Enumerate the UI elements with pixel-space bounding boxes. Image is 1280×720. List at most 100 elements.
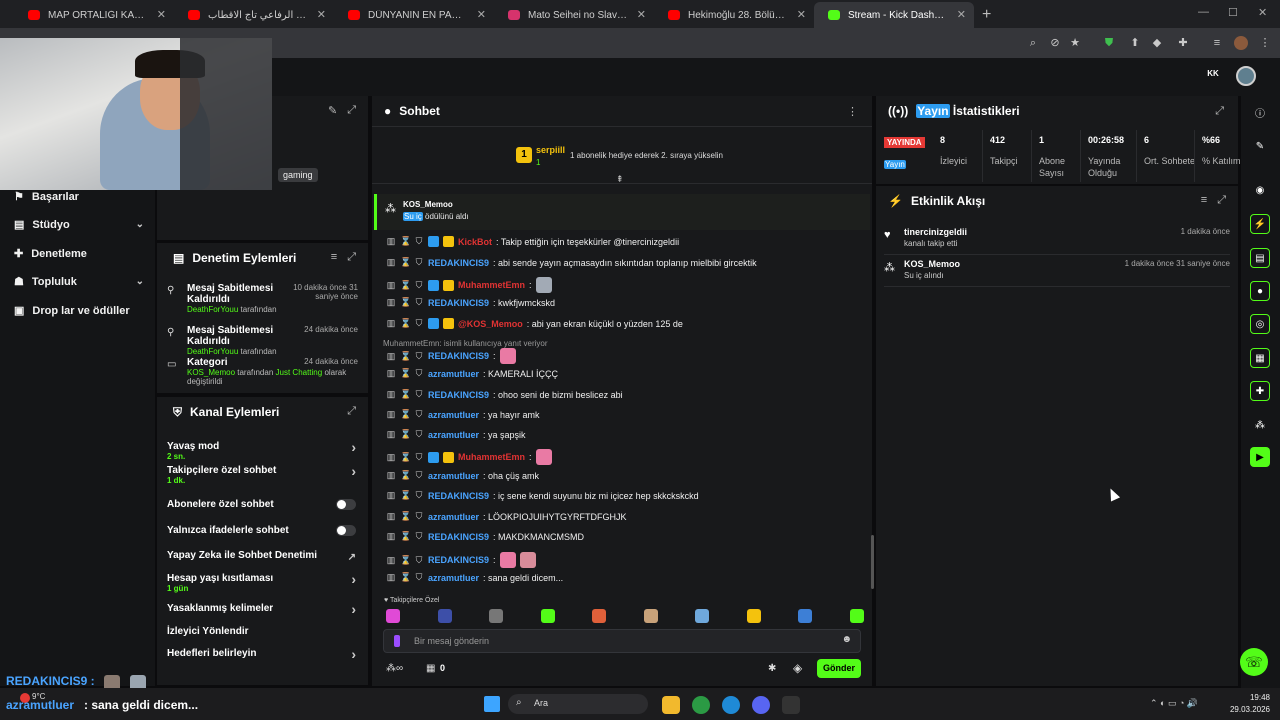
channel-action-5[interactable]: Hesap yaşı kısıtlaması 1 gün ›	[167, 571, 356, 593]
redeem-user[interactable]: KOS_Memoo	[403, 200, 453, 209]
browser-tab[interactable]: DÜNYANIN EN PARANORMAL ✕	[334, 2, 494, 28]
timeout-icon[interactable]: ⌛	[400, 490, 411, 501]
chat-username[interactable]: REDAKINCIS9	[428, 298, 489, 308]
timeout-icon[interactable]: ⌛	[400, 555, 411, 566]
tab-close-icon[interactable]: ✕	[477, 8, 486, 21]
toggle-switch[interactable]	[336, 499, 356, 510]
stream-tag[interactable]: gaming	[278, 168, 318, 182]
windows-start-icon[interactable]	[484, 696, 500, 712]
chat-username[interactable]: azramutluer	[428, 369, 479, 379]
pencil-icon[interactable]: ✎	[1250, 136, 1270, 156]
info-icon[interactable]: ⓘ	[1250, 102, 1270, 122]
channel-action-6[interactable]: Yasaklanmış kelimeler ›	[167, 601, 356, 617]
chat-username[interactable]: REDAKINCIS9	[428, 532, 489, 542]
chat-username[interactable]: @KOS_Memoo	[458, 319, 523, 329]
send-button[interactable]: Gönder	[817, 659, 861, 678]
kick-logo-icon[interactable]: KK	[1204, 69, 1222, 83]
mod-action-user[interactable]: DeathForYouu	[187, 305, 238, 314]
filter-icon[interactable]: ≡	[1201, 194, 1207, 207]
emote-bar-item[interactable]	[798, 609, 812, 623]
timeout-icon[interactable]: ⌛	[400, 470, 411, 481]
browser-tab[interactable]: سيد احمد الرفاعي تاج الاقطاب (e ✕	[174, 2, 334, 28]
timeout-icon[interactable]: ⌛	[400, 297, 411, 308]
lightning-rail-icon[interactable]: ⚡	[1250, 214, 1270, 234]
chevron-right-icon[interactable]: ›	[351, 601, 356, 617]
chat-scrollbar[interactable]	[871, 535, 874, 589]
delete-icon[interactable]: ▥	[386, 452, 396, 463]
emoji-icon[interactable]: ☻	[841, 634, 852, 645]
wrench-rail-icon[interactable]: ✚	[1250, 381, 1270, 401]
eye-off-icon[interactable]: ⊘	[1048, 36, 1062, 50]
ban-icon[interactable]: ⛉	[414, 351, 424, 362]
chevron-right-icon[interactable]: ›	[351, 646, 356, 662]
delete-icon[interactable]: ▥	[386, 280, 396, 291]
popout-icon[interactable]: ⤢	[347, 405, 356, 418]
delete-icon[interactable]: ▥	[386, 351, 396, 362]
filter-icon[interactable]: ≡	[331, 251, 337, 264]
media-rail-icon[interactable]: ▶	[1250, 447, 1270, 467]
chat-menu-icon[interactable]: ⋮	[847, 105, 858, 118]
delete-icon[interactable]: ▥	[386, 555, 396, 566]
activity-user[interactable]: tinercinizgeldii	[904, 227, 967, 237]
discord-icon[interactable]	[752, 696, 770, 714]
browser-tab[interactable]: Stream - Kick Dashboard ✕	[814, 2, 974, 28]
minimize-button[interactable]: —	[1198, 6, 1209, 18]
camera-icon[interactable]: ◉	[1250, 180, 1270, 200]
settings-gear-icon[interactable]: ✱	[768, 663, 776, 674]
ban-icon[interactable]: ⛉	[414, 490, 424, 501]
tab-close-icon[interactable]: ✕	[957, 8, 966, 21]
tab-close-icon[interactable]: ✕	[797, 8, 806, 21]
emote-bar-item[interactable]	[643, 609, 658, 623]
delete-icon[interactable]: ▥	[386, 409, 396, 420]
ban-icon[interactable]: ⛉	[414, 572, 424, 583]
timeout-icon[interactable]: ⌛	[400, 389, 411, 400]
external-link-icon[interactable]: ↗	[348, 552, 356, 563]
tray-icons[interactable]: ⌃ ◐ ▭ ◔ 🔊	[1150, 698, 1198, 709]
obs-icon[interactable]	[782, 696, 800, 714]
chat-username[interactable]: azramutluer	[428, 430, 479, 440]
emote-bar-item[interactable]	[592, 609, 606, 623]
timeout-icon[interactable]: ⌛	[400, 368, 411, 379]
chat-username[interactable]: MuhammetEmn	[458, 452, 525, 462]
chat-username[interactable]: REDAKINCIS9	[428, 390, 489, 400]
redeem-points-icon[interactable]: ⁂∞	[386, 663, 403, 674]
extension2-icon[interactable]: ◆	[1150, 36, 1164, 50]
delete-icon[interactable]: ▥	[386, 531, 396, 542]
ban-icon[interactable]: ⛉	[414, 389, 424, 400]
tab-close-icon[interactable]: ✕	[637, 8, 646, 21]
puzzle-icon[interactable]: ✚	[1176, 36, 1190, 50]
timeout-icon[interactable]: ⌛	[400, 409, 411, 420]
timeout-icon[interactable]: ⌛	[400, 429, 411, 440]
chat-username[interactable]: REDAKINCIS9	[428, 555, 489, 565]
ban-icon[interactable]: ⛉	[414, 555, 424, 566]
delete-icon[interactable]: ▥	[386, 429, 396, 440]
profile-avatar-icon[interactable]	[1234, 36, 1248, 50]
zoom-icon[interactable]: ⌕	[1026, 36, 1040, 50]
pinned-user[interactable]: serpiill	[536, 145, 565, 155]
popout-icon[interactable]: ⤢	[1217, 194, 1226, 207]
mod-action-user[interactable]: KOS_Memoo	[187, 368, 235, 377]
channel-action-8[interactable]: Hedefleri belirleyin ›	[167, 646, 356, 662]
emote-bar-item[interactable]	[540, 609, 555, 623]
sidebar-item-trophy[interactable]: ⚑ Başarılar	[14, 190, 144, 204]
redeem-rail-icon[interactable]: ⁂	[1250, 415, 1270, 435]
browser-tab[interactable]: MAP ORTALIĞI KARIŞTIRDI! | PU ✕	[14, 2, 174, 28]
channel-action-1[interactable]: Takipçilere özel sohbet 1 dk. ›	[167, 463, 356, 485]
chat-username[interactable]: MuhammetEmn	[458, 280, 525, 290]
timeout-icon[interactable]: ⌛	[400, 531, 411, 542]
popout-icon[interactable]: ⤢	[347, 104, 356, 117]
sidebar-item-community[interactable]: ☗ Topluluk ⌄	[14, 275, 144, 289]
sidebar-item-gift[interactable]: ▣ Drop lar ve ödüller	[14, 304, 144, 318]
timeout-icon[interactable]: ⌛	[400, 351, 411, 362]
toggle-switch[interactable]	[336, 525, 356, 536]
new-tab-button[interactable]: +	[982, 6, 991, 24]
shield-extension-icon[interactable]: ⛊	[1102, 36, 1116, 50]
bot-icon[interactable]: ◈	[793, 661, 802, 675]
tab-search-icon[interactable]: ≡	[1210, 36, 1224, 50]
mod-action-user[interactable]: DeathForYouu	[187, 347, 238, 356]
delete-icon[interactable]: ▥	[386, 297, 396, 308]
timeout-icon[interactable]: ⌛	[400, 280, 411, 291]
help-chat-button[interactable]: ☏	[1240, 648, 1268, 676]
browser-tab[interactable]: Hekimoğlu 28. Bölüm | FULL BÖ ✕	[654, 2, 814, 28]
channel-action-3[interactable]: Yalnızca ifadelerle sohbet	[167, 525, 356, 536]
